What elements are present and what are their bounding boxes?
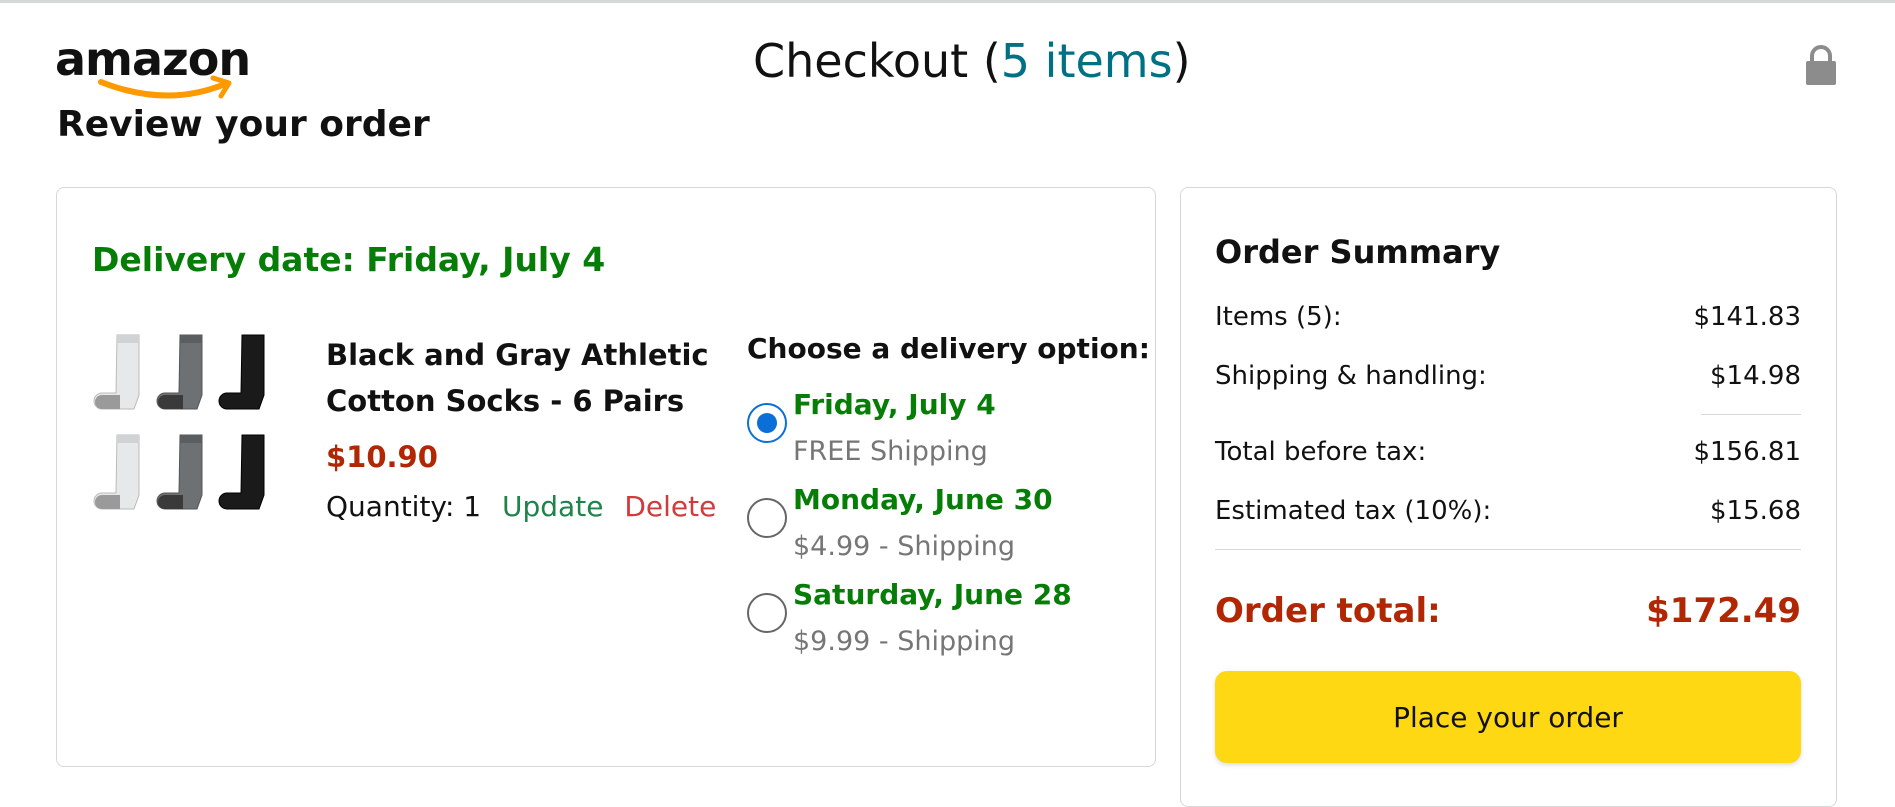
option-shipping: $9.99 - Shipping bbox=[793, 626, 1015, 657]
review-order-heading: Review your order bbox=[57, 104, 430, 145]
sock-black-1 bbox=[218, 334, 265, 410]
quantity-label: Quantity: 1 bbox=[326, 490, 482, 523]
subtotal-divider bbox=[1701, 414, 1801, 415]
product-title[interactable]: Black and Gray Athletic Cotton Socks - 6… bbox=[326, 332, 746, 424]
checkout-title-suffix: ) bbox=[1172, 34, 1191, 88]
summary-value: $14.98 bbox=[1710, 361, 1801, 391]
top-border bbox=[0, 0, 1895, 3]
amazon-logo[interactable]: amazon bbox=[55, 36, 255, 106]
summary-value: $141.83 bbox=[1693, 302, 1801, 332]
order-item-card: Delivery date: Friday, July 4 Black and … bbox=[56, 187, 1156, 767]
summary-label: Estimated tax (10%): bbox=[1215, 496, 1492, 526]
lock-icon bbox=[1806, 45, 1836, 85]
place-order-button[interactable]: Place your order bbox=[1215, 671, 1801, 763]
delivery-option-monday[interactable]: Monday, June 30 $4.99 - Shipping bbox=[747, 483, 1147, 583]
option-shipping: FREE Shipping bbox=[793, 436, 988, 467]
option-date: Monday, June 30 bbox=[793, 483, 1053, 516]
summary-label: Items (5): bbox=[1215, 302, 1342, 332]
delivery-date-heading: Delivery date: Friday, July 4 bbox=[92, 240, 606, 279]
order-summary-card: Order Summary Items (5): $141.83 Shippin… bbox=[1180, 187, 1837, 807]
checkout-title: Checkout (5 items) bbox=[753, 34, 1191, 88]
option-shipping: $4.99 - Shipping bbox=[793, 531, 1015, 562]
smile-arrow-icon bbox=[98, 75, 232, 99]
delete-link[interactable]: Delete bbox=[624, 490, 716, 523]
checkout-title-prefix: Checkout ( bbox=[753, 34, 1001, 88]
socks-product-image bbox=[93, 334, 265, 510]
summary-value: $15.68 bbox=[1710, 496, 1801, 526]
radio-unselected[interactable] bbox=[747, 498, 787, 538]
option-date: Friday, July 4 bbox=[793, 388, 996, 421]
option-date: Saturday, June 28 bbox=[793, 578, 1072, 611]
sock-white-2 bbox=[93, 434, 140, 510]
quantity-row: Quantity: 1 Update Delete bbox=[326, 490, 716, 523]
radio-unselected[interactable] bbox=[747, 593, 787, 633]
delivery-option-friday[interactable]: Friday, July 4 FREE Shipping bbox=[747, 388, 1147, 488]
order-total-value: $172.49 bbox=[1646, 591, 1801, 631]
sock-white-1 bbox=[93, 334, 140, 410]
sock-gray-2 bbox=[156, 434, 203, 510]
product-price: $10.90 bbox=[326, 440, 438, 474]
sock-black-2 bbox=[218, 434, 265, 510]
order-total-label: Order total: bbox=[1215, 591, 1441, 631]
update-link[interactable]: Update bbox=[502, 490, 603, 523]
delivery-option-saturday[interactable]: Saturday, June 28 $9.99 - Shipping bbox=[747, 578, 1147, 678]
total-divider bbox=[1215, 549, 1801, 550]
summary-label: Shipping & handling: bbox=[1215, 361, 1487, 391]
items-count-link[interactable]: 5 items bbox=[1001, 34, 1173, 88]
order-summary-heading: Order Summary bbox=[1215, 233, 1501, 271]
radio-selected[interactable] bbox=[747, 403, 787, 443]
sock-gray-1 bbox=[156, 334, 203, 410]
summary-label: Total before tax: bbox=[1215, 437, 1427, 467]
summary-value: $156.81 bbox=[1693, 437, 1801, 467]
delivery-option-heading: Choose a delivery option: bbox=[747, 332, 1150, 365]
